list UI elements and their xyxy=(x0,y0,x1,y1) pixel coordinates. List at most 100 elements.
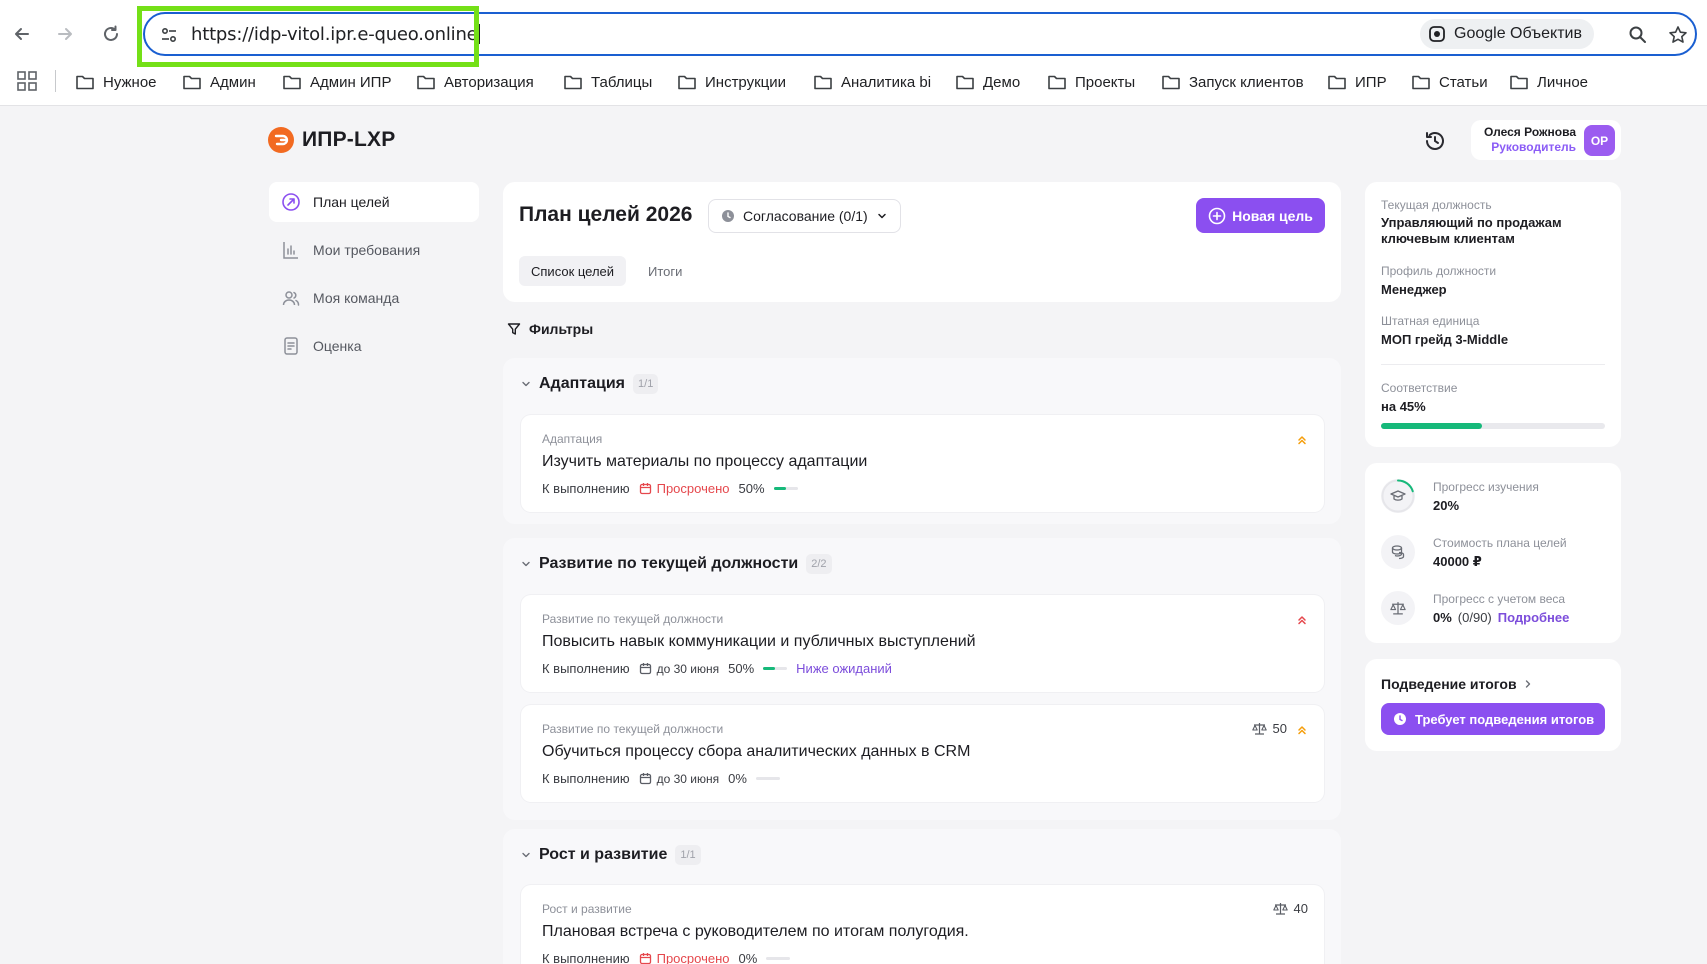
goal-weight: 50 xyxy=(1251,721,1287,736)
bookmark-item[interactable]: Запуск клиентов xyxy=(1161,70,1304,94)
bookmarks-separator xyxy=(55,70,56,92)
priority-high-icon xyxy=(1298,616,1306,625)
users-icon xyxy=(282,291,300,306)
history-button[interactable] xyxy=(1422,128,1448,154)
job-profile-value: Менеджер xyxy=(1381,282,1447,297)
deadline-badge: до 30 июня xyxy=(639,772,719,786)
status-dropdown[interactable]: Согласование (0/1) xyxy=(708,199,901,233)
goal-progress-fill xyxy=(763,667,776,670)
goal-meta: К выполнению до 30 июня 50% Ниже ожидани… xyxy=(542,661,892,676)
goal-card[interactable]: Развитие по текущей должности Обучиться … xyxy=(521,705,1324,802)
goal-title[interactable]: Обучиться процессу сбора аналитических д… xyxy=(542,743,970,761)
details-link[interactable]: Подробнее xyxy=(1498,610,1570,625)
match-label: Соответствие xyxy=(1381,381,1458,395)
requires-summary-label: Требует подведения итогов xyxy=(1415,711,1595,727)
bookmark-star-icon[interactable] xyxy=(1665,22,1691,48)
folder-icon xyxy=(76,75,94,90)
bookmark-item[interactable]: Таблицы xyxy=(563,70,652,94)
chevron-down-icon xyxy=(877,213,886,219)
plan-cost-value: 40000 ₽ xyxy=(1433,554,1482,569)
group-header-current-position[interactable]: Развитие по текущей должности 2/2 xyxy=(521,554,832,574)
apps-grid-icon[interactable] xyxy=(16,70,38,92)
arrow-left-icon xyxy=(15,28,29,40)
goal-category: Развитие по текущей должности xyxy=(542,612,724,626)
bookmark-label: Авторизация xyxy=(444,73,534,91)
scales-icon xyxy=(1381,591,1415,625)
summary-title: Подведение итогов xyxy=(1381,676,1517,692)
goal-meta: К выполнению до 30 июня 0% xyxy=(542,771,780,786)
sidebar-item-goal-plan[interactable]: План целей xyxy=(269,182,479,222)
history-icon xyxy=(1426,132,1444,150)
reload-button[interactable] xyxy=(95,18,127,50)
group-header-adaptation[interactable]: Адаптация 1/1 xyxy=(521,374,659,394)
group-count-badge: 2/2 xyxy=(806,554,832,574)
folder-icon xyxy=(1328,75,1346,90)
goal-title[interactable]: Повысить навык коммуникации и публичных … xyxy=(542,633,976,651)
reload-icon xyxy=(104,25,118,41)
folder-icon xyxy=(814,75,832,90)
goal-status: К выполнению xyxy=(542,771,630,786)
folder-icon xyxy=(183,75,201,90)
deadline-label: до 30 июня xyxy=(656,661,720,676)
back-button[interactable] xyxy=(6,18,38,50)
avatar[interactable]: ОР xyxy=(1584,125,1615,156)
goal-progress-fill xyxy=(773,487,786,490)
calendar-icon xyxy=(639,953,651,964)
user-menu[interactable]: Олеся Рожнова Руководитель ОР xyxy=(1471,120,1621,160)
bookmark-item[interactable]: Авторизация xyxy=(416,70,534,94)
sidebar-item-team[interactable]: Моя команда xyxy=(269,278,479,318)
new-goal-button[interactable]: Новая цель xyxy=(1196,198,1325,233)
plus-circle-icon xyxy=(1208,207,1226,224)
weighted-progress-value: 0% (0/90) Подробнее xyxy=(1433,610,1570,625)
deadline-badge: до 30 июня xyxy=(639,661,720,676)
bookmark-label: Аналитика bi xyxy=(841,73,932,91)
bookmark-label: Таблицы xyxy=(591,73,653,91)
goal-card[interactable]: Адаптация Изучить материалы по процессу … xyxy=(521,415,1324,512)
summary-link[interactable]: Подведение итогов xyxy=(1381,676,1533,692)
group-count-badge: 1/1 xyxy=(675,845,701,865)
bookmark-item[interactable]: Личное xyxy=(1509,70,1588,94)
goal-card[interactable]: Развитие по текущей должности Повысить н… xyxy=(521,595,1324,692)
goal-category: Развитие по текущей должности xyxy=(542,722,724,736)
goal-progress-value: 0% xyxy=(728,771,747,786)
requires-summary-button[interactable]: Требует подведения итогов xyxy=(1381,703,1605,735)
filters-toggle[interactable]: Фильтры xyxy=(507,321,593,337)
app-logo[interactable]: ИПР-LXP xyxy=(268,127,395,153)
page-title: План целей 2026 xyxy=(519,203,693,226)
logo-icon xyxy=(268,127,294,153)
tab-results[interactable]: Итоги xyxy=(636,256,694,286)
google-lens-button[interactable]: Google Объектив xyxy=(1420,19,1594,49)
new-goal-label: Новая цель xyxy=(1232,207,1313,224)
zoom-icon[interactable] xyxy=(1625,22,1651,48)
bookmark-item[interactable]: Статьи xyxy=(1411,70,1488,94)
bookmark-item[interactable]: Демо xyxy=(955,70,1020,94)
calendar-icon xyxy=(639,483,651,495)
goal-weight-value: 50 xyxy=(1272,721,1287,736)
tab-goal-list[interactable]: Список целей xyxy=(519,256,627,286)
goal-title[interactable]: Изучить материалы по процессу адаптации xyxy=(542,453,867,471)
bookmark-item[interactable]: Аналитика bi xyxy=(813,70,931,94)
group-header-growth[interactable]: Рост и развитие 1/1 xyxy=(521,845,701,865)
sidebar-item-assessment[interactable]: Оценка xyxy=(269,326,479,366)
bookmark-item[interactable]: Админ ИПР xyxy=(282,70,391,94)
folder-icon xyxy=(1510,75,1528,90)
goal-status: К выполнению xyxy=(542,951,630,964)
folder-icon xyxy=(283,75,301,90)
goal-title[interactable]: Плановая встреча с руководителем по итог… xyxy=(542,923,969,941)
bookmark-label: ИПР xyxy=(1355,73,1387,91)
bookmark-item[interactable]: Админ xyxy=(182,70,256,94)
bookmark-item[interactable]: Проекты xyxy=(1047,70,1135,94)
goal-card[interactable]: Рост и развитие Плановая встреча с руков… xyxy=(521,885,1324,964)
goal-progress-value: 50% xyxy=(738,481,765,496)
goal-progress-bar xyxy=(755,777,780,780)
bookmark-item[interactable]: Инструкции xyxy=(677,70,786,94)
forward-button[interactable] xyxy=(49,18,81,50)
group-title: Развитие по текущей должности xyxy=(539,555,799,572)
group-title: Адаптация xyxy=(539,375,626,392)
bookmark-label: Админ ИПР xyxy=(310,73,392,91)
bookmark-item[interactable]: Нужное xyxy=(75,70,157,94)
sidebar-item-requirements[interactable]: Мои требования xyxy=(269,230,479,270)
match-progress-fill xyxy=(1381,423,1482,429)
current-position-value: Управляющий по продажам ключевым клиента… xyxy=(1381,215,1562,246)
bookmark-item[interactable]: ИПР xyxy=(1327,70,1387,94)
